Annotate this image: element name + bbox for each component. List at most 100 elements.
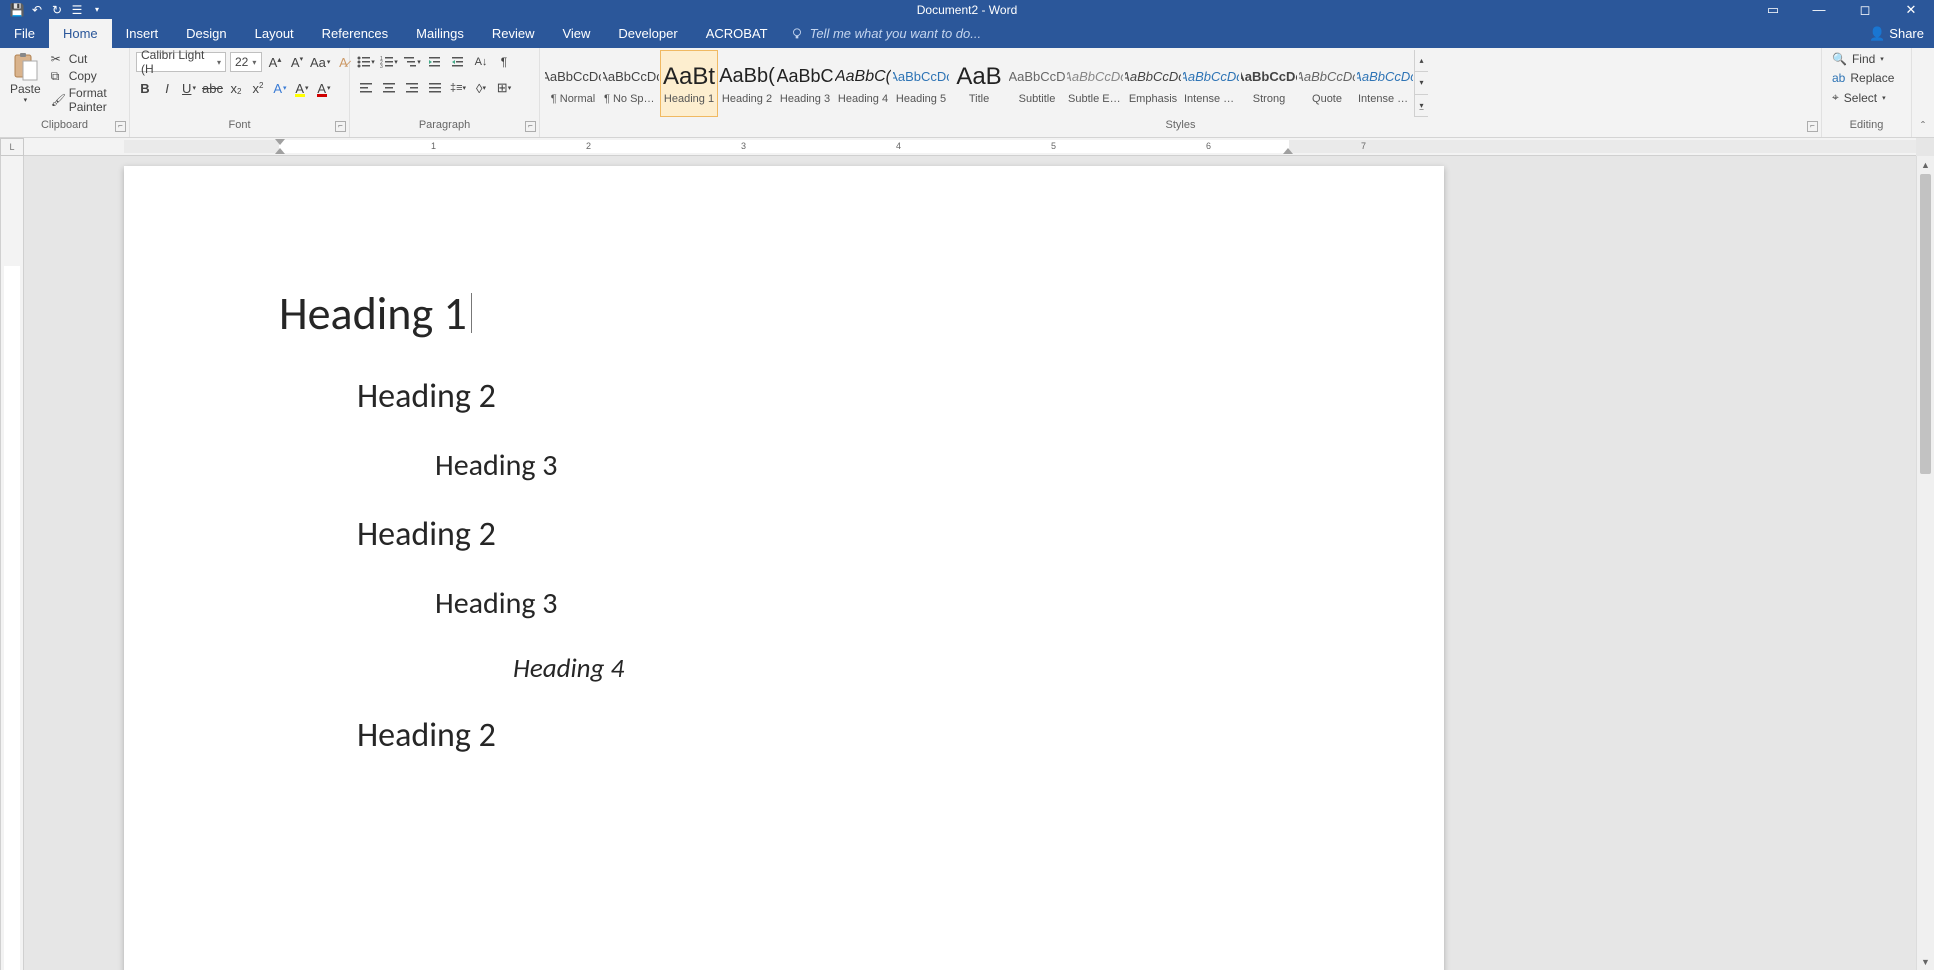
bold-button[interactable]: B bbox=[136, 78, 154, 98]
collapse-ribbon-button[interactable]: ˆ bbox=[1912, 48, 1934, 137]
doc-h3[interactable]: Heading 3 bbox=[435, 585, 1289, 622]
font-color-button[interactable]: A▾ bbox=[315, 78, 333, 98]
tab-acrobat[interactable]: ACROBAT bbox=[692, 19, 782, 48]
style-subtle-em-[interactable]: AaBbCcDcSubtle Em... bbox=[1066, 50, 1124, 117]
font-size-combo[interactable]: 22▾ bbox=[230, 52, 262, 72]
qat-customize-icon[interactable]: ▾ bbox=[90, 3, 104, 17]
style-subtitle[interactable]: AaBbCcDSubtitle bbox=[1008, 50, 1066, 117]
style-title[interactable]: AaBTitle bbox=[950, 50, 1008, 117]
scroll-up-icon[interactable]: ▲ bbox=[1917, 156, 1934, 173]
find-button[interactable]: 🔍Find▾ bbox=[1832, 52, 1894, 66]
dialog-launcher-icon[interactable]: ⌐ bbox=[335, 121, 346, 132]
vertical-scrollbar[interactable]: ▲ ▼ bbox=[1916, 156, 1934, 970]
select-button[interactable]: ⌖Select▾ bbox=[1832, 90, 1894, 105]
cut-button[interactable]: ✂Cut bbox=[51, 52, 121, 66]
share-button[interactable]: Share bbox=[1889, 26, 1924, 41]
scrollbar-thumb[interactable] bbox=[1920, 174, 1931, 474]
style--no-spac-[interactable]: AaBbCcDc¶ No Spac... bbox=[602, 50, 660, 117]
italic-button[interactable]: I bbox=[158, 78, 176, 98]
style-heading-4[interactable]: AaBbC(Heading 4 bbox=[834, 50, 892, 117]
doc-h2[interactable]: Heading 2 bbox=[357, 376, 1289, 417]
minimize-icon[interactable]: — bbox=[1796, 0, 1842, 19]
user-name[interactable] bbox=[1832, 24, 1845, 43]
redo-icon[interactable]: ↻ bbox=[50, 3, 64, 17]
doc-h1[interactable]: Heading 1 bbox=[279, 286, 1289, 342]
horizontal-ruler[interactable]: 1234567 bbox=[24, 138, 1916, 156]
paste-button[interactable]: Paste ▾ bbox=[4, 50, 47, 117]
decrease-indent-button[interactable] bbox=[425, 52, 445, 72]
change-case-button[interactable]: Aa▾ bbox=[310, 52, 330, 72]
tab-references[interactable]: References bbox=[308, 19, 402, 48]
undo-icon[interactable]: ↶ bbox=[30, 3, 44, 17]
doc-h2[interactable]: Heading 2 bbox=[357, 715, 1289, 756]
tab-view[interactable]: View bbox=[548, 19, 604, 48]
dialog-launcher-icon[interactable]: ⌐ bbox=[115, 121, 126, 132]
shrink-font-button[interactable]: A▾ bbox=[288, 52, 306, 72]
justify-button[interactable] bbox=[425, 78, 445, 98]
style-strong[interactable]: AaBbCcDcStrong bbox=[1240, 50, 1298, 117]
highlight-button[interactable]: A▾ bbox=[293, 78, 311, 98]
touch-mode-icon[interactable]: ☰ bbox=[70, 3, 84, 17]
superscript-button[interactable]: x2 bbox=[249, 78, 267, 98]
numbering-button[interactable]: 123▾ bbox=[379, 52, 399, 72]
styles-gallery-scroll[interactable]: ▴▾▾̲ bbox=[1414, 50, 1428, 117]
save-icon[interactable]: 💾 bbox=[10, 3, 24, 17]
document-page[interactable]: Heading 1 Heading 2 Heading 3 Heading 2 Head… bbox=[124, 166, 1444, 970]
strikethrough-button[interactable]: abc bbox=[202, 78, 223, 98]
expand-gallery-icon[interactable]: ▾̲ bbox=[1415, 95, 1428, 117]
dialog-launcher-icon[interactable]: ⌐ bbox=[525, 121, 536, 132]
doc-h2[interactable]: Heading 2 bbox=[357, 514, 1289, 555]
copy-button[interactable]: ⧉Copy bbox=[51, 69, 121, 83]
close-icon[interactable]: ✕ bbox=[1888, 0, 1934, 19]
align-center-button[interactable] bbox=[379, 78, 399, 98]
underline-button[interactable]: U▾ bbox=[180, 78, 198, 98]
line-spacing-button[interactable]: ‡≡▾ bbox=[448, 78, 468, 98]
subscript-button[interactable]: x2 bbox=[227, 78, 245, 98]
increase-indent-button[interactable] bbox=[448, 52, 468, 72]
bullets-button[interactable]: ▾ bbox=[356, 52, 376, 72]
replace-button[interactable]: abReplace bbox=[1832, 71, 1894, 85]
clear-formatting-button[interactable]: A̷ bbox=[334, 52, 352, 72]
multilevel-list-button[interactable]: ▾ bbox=[402, 52, 422, 72]
maximize-icon[interactable]: ◻ bbox=[1842, 0, 1888, 19]
dialog-launcher-icon[interactable]: ⌐ bbox=[1807, 121, 1818, 132]
style-emphasis[interactable]: AaBbCcDcEmphasis bbox=[1124, 50, 1182, 117]
tab-layout[interactable]: Layout bbox=[241, 19, 308, 48]
right-indent-marker[interactable] bbox=[1283, 148, 1293, 154]
grow-font-button[interactable]: A▴ bbox=[266, 52, 284, 72]
first-line-indent-marker[interactable] bbox=[275, 139, 285, 145]
style-intense-q-[interactable]: AaBbCcDcIntense Q... bbox=[1356, 50, 1414, 117]
style-heading-5[interactable]: AaBbCcDcHeading 5 bbox=[892, 50, 950, 117]
tab-home[interactable]: Home bbox=[49, 19, 112, 48]
tab-selector[interactable]: L bbox=[0, 138, 24, 156]
align-right-button[interactable] bbox=[402, 78, 422, 98]
format-painter-button[interactable]: 🖌Format Painter bbox=[51, 86, 121, 114]
scroll-up-icon[interactable]: ▴ bbox=[1415, 50, 1428, 72]
tab-review[interactable]: Review bbox=[478, 19, 549, 48]
tab-mailings[interactable]: Mailings bbox=[402, 19, 478, 48]
tab-design[interactable]: Design bbox=[172, 19, 240, 48]
tab-insert[interactable]: Insert bbox=[112, 19, 173, 48]
style-heading-2[interactable]: AaBb(Heading 2 bbox=[718, 50, 776, 117]
style-quote[interactable]: AaBbCcDcQuote bbox=[1298, 50, 1356, 117]
scroll-down-icon[interactable]: ▾ bbox=[1415, 72, 1428, 94]
scroll-down-icon[interactable]: ▼ bbox=[1917, 953, 1934, 970]
ribbon-display-icon[interactable]: ▭ bbox=[1750, 0, 1796, 19]
align-left-button[interactable] bbox=[356, 78, 376, 98]
hanging-indent-marker[interactable] bbox=[275, 148, 285, 154]
borders-button[interactable]: ⊞▾ bbox=[494, 78, 514, 98]
doc-h4[interactable]: Heading 4 bbox=[513, 652, 1289, 685]
tab-file[interactable]: File bbox=[0, 19, 49, 48]
style-heading-1[interactable]: AaBtHeading 1 bbox=[660, 50, 718, 117]
sort-button[interactable]: A↓ bbox=[471, 52, 491, 72]
show-marks-button[interactable]: ¶ bbox=[494, 52, 514, 72]
tell-me-search[interactable]: Tell me what you want to do... bbox=[782, 19, 982, 48]
text-effects-button[interactable]: A▾ bbox=[271, 78, 289, 98]
shading-button[interactable]: ◊▾ bbox=[471, 78, 491, 98]
style-intense-e-[interactable]: AaBbCcDcIntense E... bbox=[1182, 50, 1240, 117]
style-heading-3[interactable]: AaBbCHeading 3 bbox=[776, 50, 834, 117]
style--normal[interactable]: AaBbCcDc¶ Normal bbox=[544, 50, 602, 117]
tab-developer[interactable]: Developer bbox=[604, 19, 691, 48]
vertical-ruler[interactable] bbox=[0, 156, 24, 970]
font-name-combo[interactable]: Calibri Light (H▾ bbox=[136, 52, 226, 72]
